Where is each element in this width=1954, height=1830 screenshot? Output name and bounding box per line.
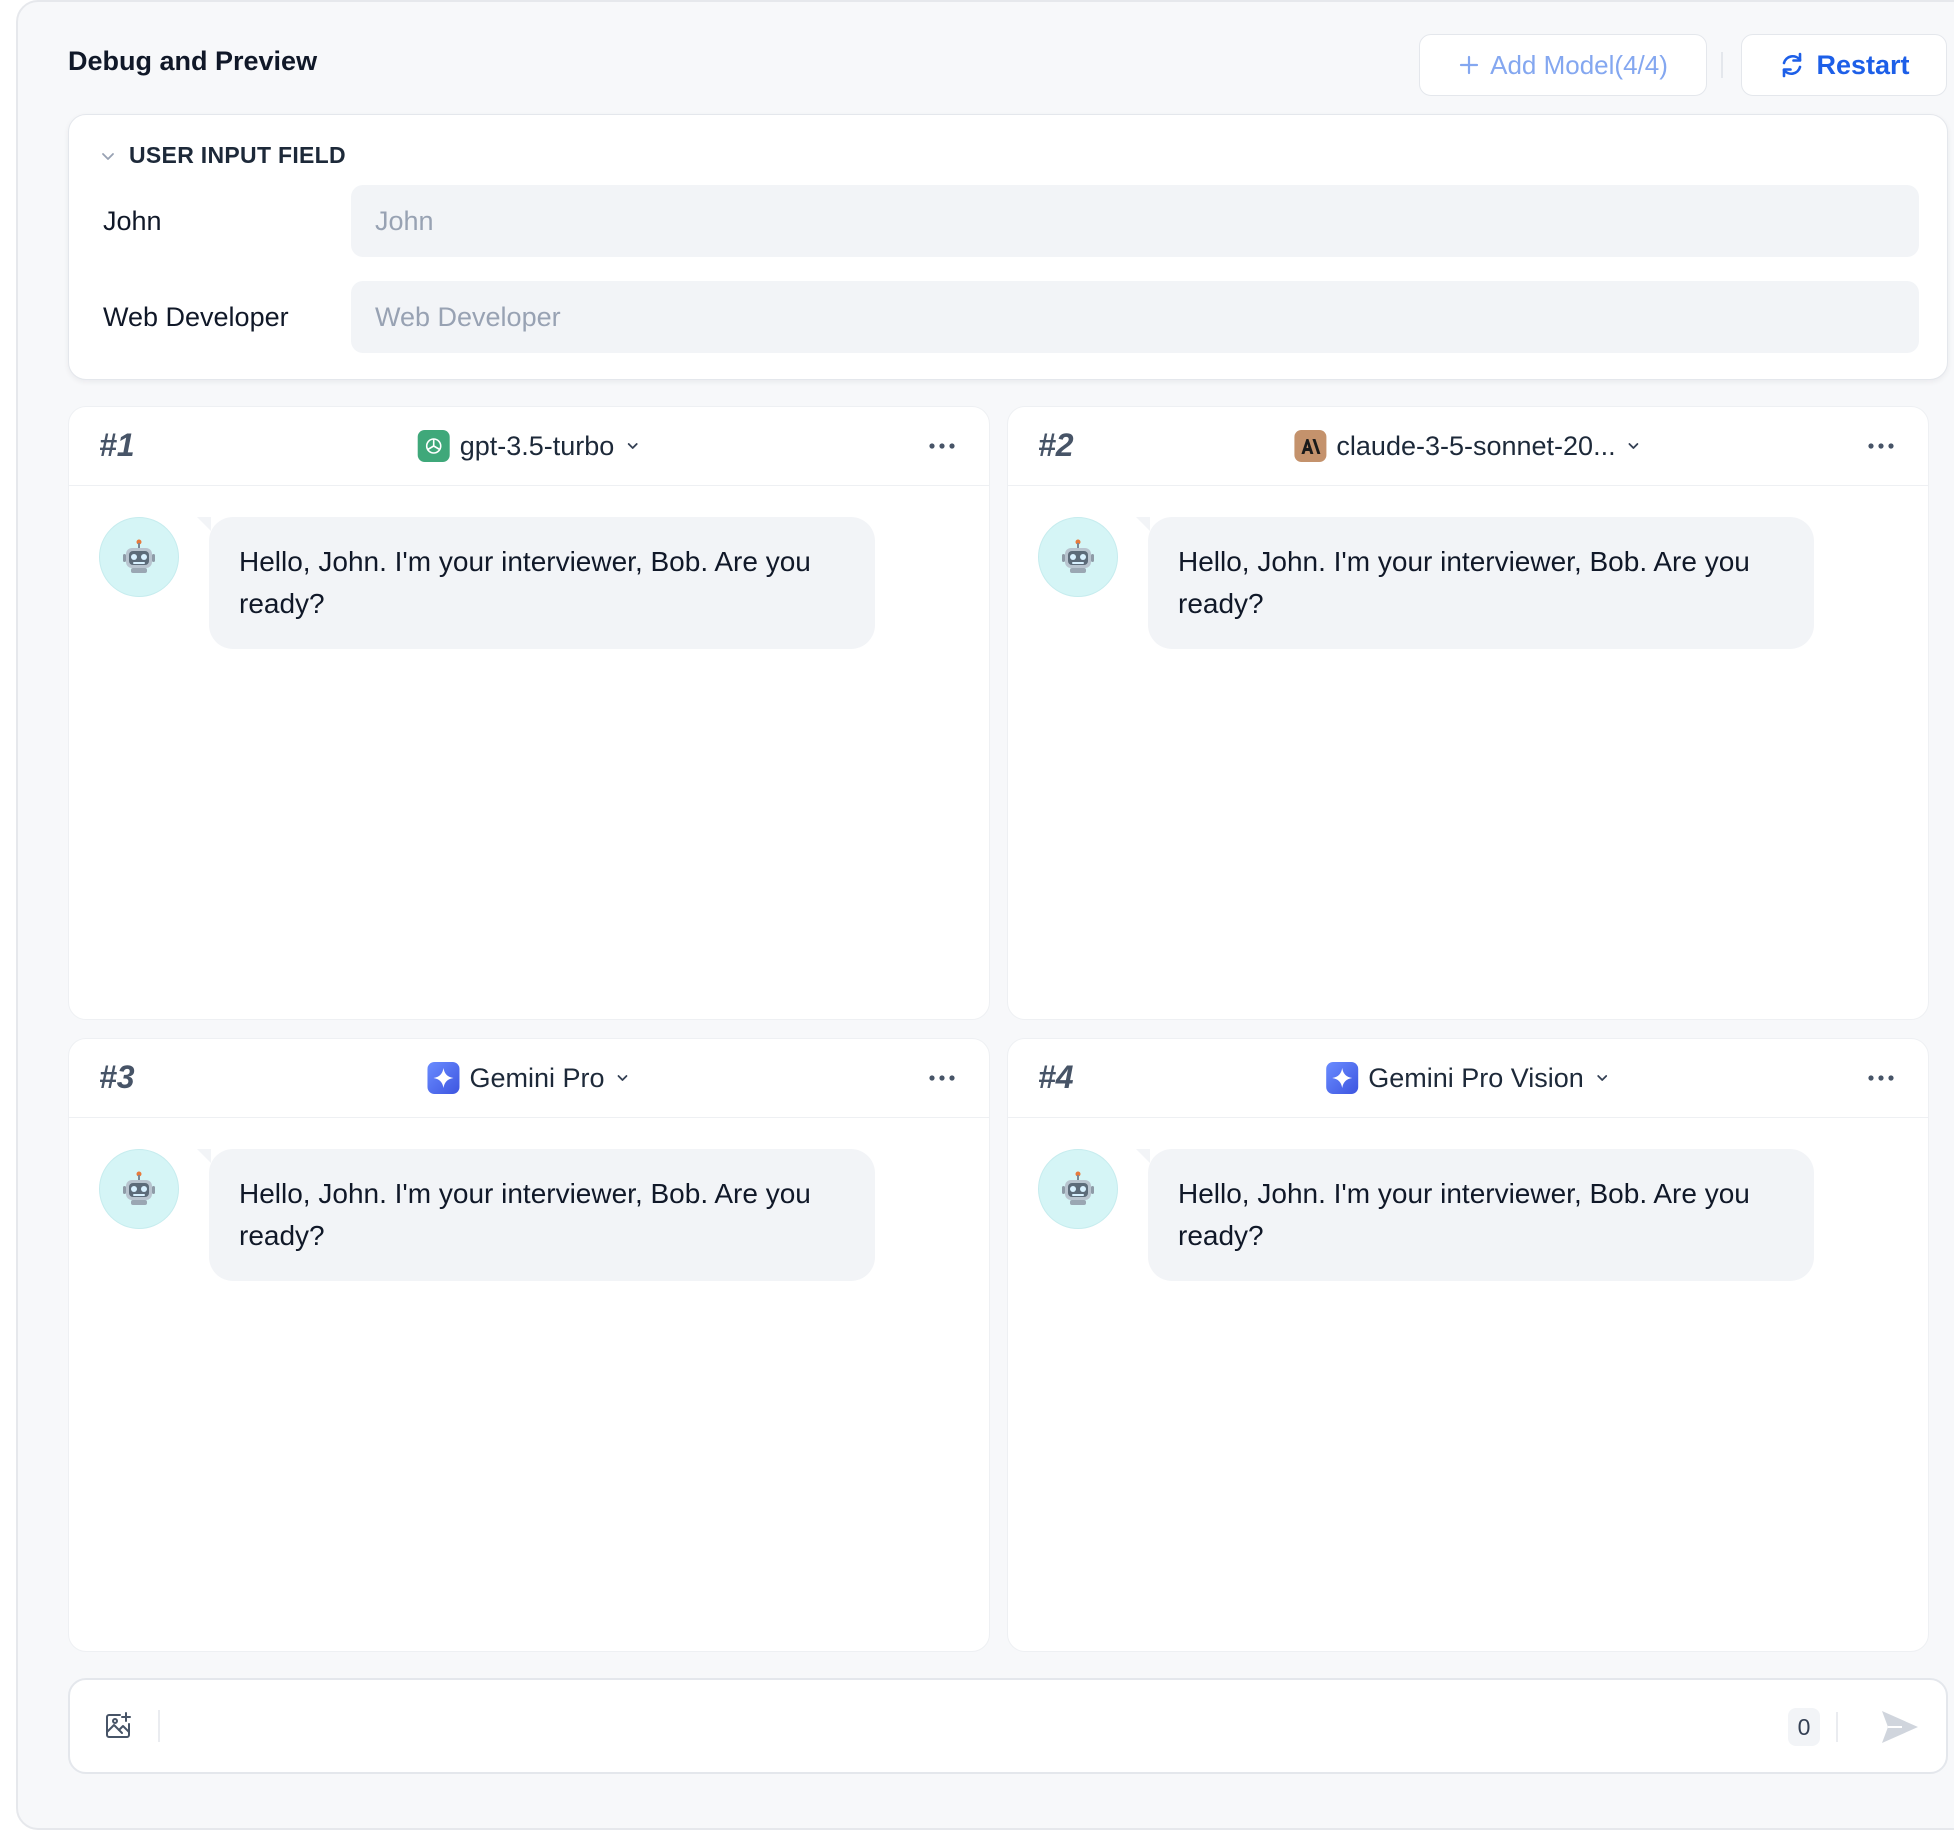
plus-icon: [1460, 55, 1479, 75]
page-title: Debug and Preview: [68, 46, 318, 76]
panel-number: #4: [1038, 1059, 1074, 1095]
model-selector[interactable]: Gemini Pro: [427, 1039, 630, 1117]
model-panel-3: #3 Gemini Pro Hello, John. I'm your inte…: [68, 1038, 990, 1652]
model-panel-2: #2 claude-3-5-sonnet-20... Hello, John. …: [1007, 406, 1929, 1020]
chat-message: Hello, John. I'm your interviewer, Bob. …: [1038, 1149, 1814, 1281]
chevron-down-icon: [617, 1075, 628, 1081]
panel-header: #3 Gemini Pro: [69, 1039, 989, 1118]
debug-preview-panel: Debug and Preview Add Model(4/4) Restart…: [16, 0, 1954, 1830]
model-name: claude-3-5-sonnet-20...: [1336, 430, 1616, 461]
more-options-button[interactable]: [925, 429, 959, 463]
restart-label: Restart: [1816, 49, 1910, 80]
more-horizontal-icon: [929, 1075, 955, 1081]
field-row-web-developer: Web Developer: [103, 281, 1919, 353]
message-bubble: Hello, John. I'm your interviewer, Bob. …: [1136, 1149, 1814, 1281]
chevron-down-icon: [1628, 443, 1639, 449]
add-model-label: Add Model(4/4): [1490, 49, 1668, 80]
model-name: Gemini Pro Vision: [1368, 1062, 1584, 1093]
image-upload-button[interactable]: [100, 1708, 136, 1744]
model-selector[interactable]: Gemini Pro Vision: [1326, 1039, 1610, 1117]
chat-message: Hello, John. I'm your interviewer, Bob. …: [1038, 517, 1814, 649]
panel-number: #1: [99, 427, 135, 463]
panel-number: #2: [1038, 427, 1074, 463]
header-divider: [1721, 52, 1723, 78]
robot-avatar: [1038, 1149, 1118, 1229]
char-count-badge: 0: [1788, 1708, 1820, 1746]
refresh-icon: [1783, 52, 1802, 78]
more-options-button[interactable]: [1864, 1061, 1898, 1095]
message-bubble: Hello, John. I'm your interviewer, Bob. …: [197, 1149, 875, 1281]
john-input[interactable]: [351, 185, 1919, 257]
more-options-button[interactable]: [925, 1061, 959, 1095]
composer-divider: [1836, 1712, 1838, 1742]
model-name: gpt-3.5-turbo: [459, 430, 615, 461]
message-input[interactable]: [176, 1700, 1740, 1754]
more-horizontal-icon: [1868, 1075, 1894, 1081]
user-input-section-title: USER INPUT FIELD: [129, 142, 346, 168]
anthropic-icon: [1294, 430, 1327, 462]
more-options-button[interactable]: [1864, 429, 1898, 463]
restart-button[interactable]: Restart: [1741, 34, 1947, 96]
model-panel-4: #4 Gemini Pro Vision Hello, John. I'm yo…: [1007, 1038, 1929, 1652]
model-name: Gemini Pro: [469, 1062, 605, 1093]
web-developer-input[interactable]: [351, 281, 1919, 353]
robot-avatar: [99, 517, 179, 597]
field-label: Web Developer: [103, 301, 289, 332]
gemini-icon: [1326, 1062, 1359, 1094]
chat-composer: 0: [68, 1678, 1948, 1774]
robot-icon: [123, 1171, 155, 1205]
chevron-down-icon: [627, 443, 638, 449]
panel-header: #4 Gemini Pro Vision: [1008, 1039, 1928, 1118]
message-bubble: Hello, John. I'm your interviewer, Bob. …: [197, 517, 875, 649]
field-label: John: [103, 205, 162, 236]
model-selector[interactable]: gpt-3.5-turbo: [417, 407, 641, 485]
chat-message: Hello, John. I'm your interviewer, Bob. …: [99, 517, 875, 649]
robot-avatar: [99, 1149, 179, 1229]
composer-divider: [158, 1710, 160, 1742]
robot-icon: [123, 539, 155, 573]
openai-icon: [417, 430, 450, 462]
model-selector[interactable]: claude-3-5-sonnet-20...: [1294, 407, 1641, 485]
user-input-card: USER INPUT FIELD John Web Developer: [68, 114, 1948, 380]
field-row-john: John: [103, 185, 1919, 257]
chat-message: Hello, John. I'm your interviewer, Bob. …: [99, 1149, 875, 1281]
image-plus-icon: [106, 1712, 131, 1738]
panel-number: #3: [99, 1059, 135, 1095]
robot-avatar: [1038, 517, 1118, 597]
chevron-down-icon: [1596, 1075, 1607, 1081]
model-panel-1: #1 gpt-3.5-turbo Hello, John. I'm your i…: [68, 406, 990, 1020]
gemini-icon: [427, 1062, 460, 1094]
send-button[interactable]: [1878, 1706, 1922, 1748]
panel-header: #1 gpt-3.5-turbo: [69, 407, 989, 486]
panel-header: #2 claude-3-5-sonnet-20...: [1008, 407, 1928, 486]
user-input-section-toggle[interactable]: USER INPUT FIELD: [99, 142, 346, 169]
more-horizontal-icon: [1868, 443, 1894, 449]
chevron-down-icon: [102, 152, 114, 160]
send-icon: [1882, 1711, 1918, 1743]
more-horizontal-icon: [929, 443, 955, 449]
message-bubble: Hello, John. I'm your interviewer, Bob. …: [1136, 517, 1814, 649]
add-model-button[interactable]: Add Model(4/4): [1419, 34, 1707, 96]
robot-icon: [1062, 1171, 1094, 1205]
robot-icon: [1062, 539, 1094, 573]
